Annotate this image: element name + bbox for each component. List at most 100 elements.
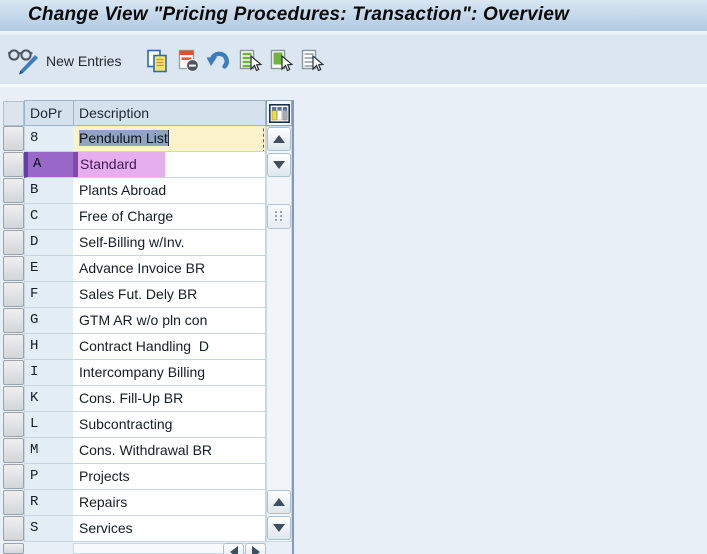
row-selector-button[interactable] [3, 516, 24, 541]
deselect-all-icon[interactable] [298, 48, 324, 74]
description-cell[interactable]: GTM AR w/o pln con [73, 308, 266, 334]
dopr-cell[interactable]: B [24, 178, 74, 204]
dopr-cell[interactable]: R [24, 490, 74, 516]
description-cell[interactable]: Intercompany Billing [73, 360, 266, 386]
down-arrow-icon [273, 524, 285, 532]
table-configuration-icon[interactable] [266, 100, 292, 126]
row-selector-button[interactable] [3, 412, 24, 437]
description-text: Self-Billing w/Inv. [79, 234, 185, 250]
table-row: C Free of Charge [0, 204, 295, 230]
page-title: Change View "Pricing Procedures: Transac… [28, 4, 570, 25]
vertical-scrollbar-thumb[interactable] [267, 204, 291, 229]
description-text: Plants Abroad [79, 182, 167, 198]
delete-icon[interactable] [175, 48, 201, 74]
dopr-cell[interactable]: S [24, 516, 74, 542]
row-selector-button[interactable] [3, 152, 24, 177]
new-entries-button[interactable]: New Entries [46, 50, 121, 72]
row-selector-button[interactable] [3, 360, 24, 385]
page-up-button[interactable] [267, 490, 291, 514]
row-selector-button[interactable] [3, 230, 24, 255]
column-header-dopr[interactable]: DoPr [24, 100, 74, 126]
description-cell[interactable]: Free of Charge [73, 204, 266, 230]
display-change-icon[interactable] [7, 46, 39, 76]
down-arrow-icon [273, 161, 285, 169]
dopr-cell[interactable]: E [24, 256, 74, 282]
description-cell[interactable]: Self-Billing w/Inv. [73, 230, 266, 256]
dopr-cell[interactable]: I [24, 360, 74, 386]
description-cell[interactable]: Standard [73, 152, 266, 178]
table-row: F Sales Fut. Dely BR [0, 282, 295, 308]
description-text: GTM AR w/o pln con [79, 312, 208, 328]
description-cell[interactable]: Subcontracting [73, 412, 266, 438]
dopr-cell[interactable]: A [24, 152, 74, 178]
description-cell[interactable]: Contract Handling D [73, 334, 266, 360]
dopr-cell[interactable]: H [24, 334, 74, 360]
description-text: Intercompany Billing [79, 364, 206, 380]
dopr-cell[interactable]: F [24, 282, 74, 308]
table-row: D Self-Billing w/Inv. [0, 230, 295, 256]
row-selector-button[interactable] [3, 464, 24, 489]
scroll-left-button[interactable] [223, 543, 244, 554]
left-arrow-icon [229, 546, 238, 554]
scroll-down-button[interactable] [267, 153, 291, 177]
select-block-icon[interactable] [267, 48, 293, 74]
table-row: G GTM AR w/o pln con [0, 308, 295, 334]
description-text: Services [79, 520, 133, 536]
table-row: E Advance Invoice BR [0, 256, 295, 282]
select-all-rows-header[interactable] [3, 101, 24, 126]
dopr-cell[interactable]: C [24, 204, 74, 230]
dopr-cell[interactable]: L [24, 412, 74, 438]
description-cell[interactable]: Plants Abroad [73, 178, 266, 204]
description-cell[interactable]: Advance Invoice BR [73, 256, 266, 282]
vertical-scrollbar-track[interactable] [266, 126, 292, 542]
row-selector-button[interactable] [3, 256, 24, 281]
up-arrow-icon [273, 498, 285, 506]
row-selector-button[interactable] [3, 386, 24, 411]
dopr-cell[interactable]: D [24, 230, 74, 256]
table-row: P Projects [0, 464, 295, 490]
scroll-up-button[interactable] [267, 127, 291, 151]
row-selector-button[interactable] [3, 126, 24, 151]
titlebar: Change View "Pricing Procedures: Transac… [0, 0, 707, 33]
table-row: H Contract Handling D [0, 334, 295, 360]
row-selector-button[interactable] [3, 490, 24, 515]
row-selector-button[interactable] [3, 204, 24, 229]
sap-window: Change View "Pricing Procedures: Transac… [0, 0, 707, 554]
table-row: R Repairs [0, 490, 295, 516]
table-row: M Cons. Withdrawal BR [0, 438, 295, 464]
description-cell[interactable]: Repairs [73, 490, 266, 516]
selection-highlight: Standard [73, 152, 165, 177]
description-text: Repairs [79, 494, 128, 510]
dopr-cell[interactable]: G [24, 308, 74, 334]
description-cell[interactable]: Sales Fut. Dely BR [73, 282, 266, 308]
scroll-right-button[interactable] [245, 543, 266, 554]
description-cell[interactable]: Cons. Fill-Up BR [73, 386, 266, 412]
row-selector-button[interactable] [3, 438, 24, 463]
selected-text: Pendulum List [79, 130, 169, 146]
column-header-description[interactable]: Description [73, 100, 266, 126]
description-text: Cons. Withdrawal BR [79, 442, 213, 458]
row-selector-stub [3, 543, 24, 554]
table-row: L Subcontracting [0, 412, 295, 438]
row-selector-button[interactable] [3, 334, 24, 359]
description-text: Sales Fut. Dely BR [79, 286, 198, 302]
table-row: I Intercompany Billing [0, 360, 295, 386]
description-cell[interactable]: Projects [73, 464, 266, 490]
description-cell[interactable]: Services [73, 516, 266, 542]
select-all-icon[interactable] [236, 48, 262, 74]
row-selector-button[interactable] [3, 308, 24, 333]
row-selector-button[interactable] [3, 282, 24, 307]
table-row: S Services [0, 516, 295, 542]
description-cell[interactable]: Cons. Withdrawal BR [73, 438, 266, 464]
copy-as-icon[interactable] [144, 48, 170, 74]
dopr-cell[interactable]: 8 [24, 126, 74, 152]
grip-icon [275, 210, 283, 223]
page-down-button[interactable] [267, 516, 291, 540]
undo-icon[interactable] [205, 48, 231, 74]
dopr-cell[interactable]: K [24, 386, 74, 412]
description-cell[interactable]: Pendulum List [73, 126, 266, 152]
dopr-cell[interactable]: P [24, 464, 74, 490]
dopr-cell[interactable]: M [24, 438, 74, 464]
application-toolbar: New Entries [0, 35, 707, 87]
row-selector-button[interactable] [3, 178, 24, 203]
